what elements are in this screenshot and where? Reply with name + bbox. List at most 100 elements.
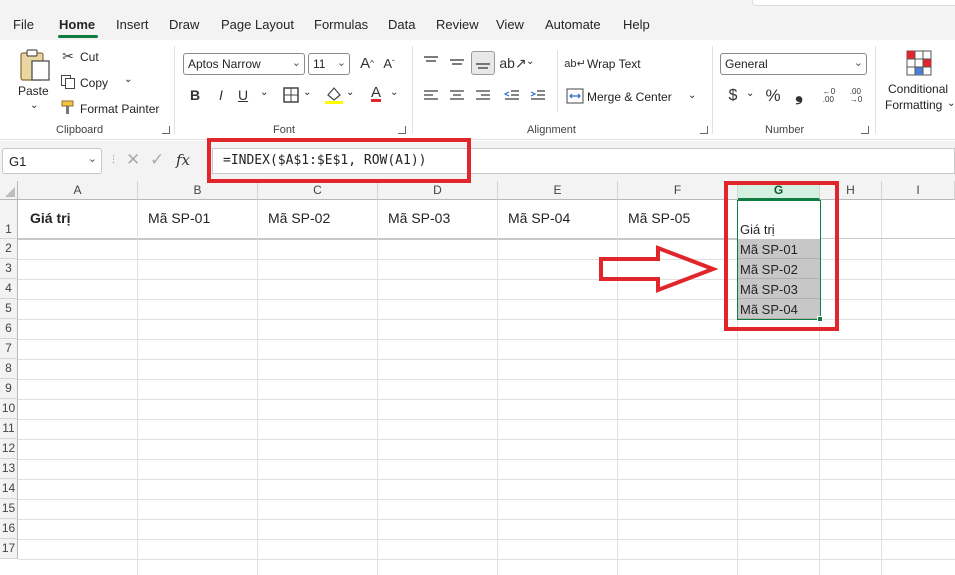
tab-file[interactable]: File: [13, 17, 34, 32]
underline-button[interactable]: U: [234, 86, 252, 104]
column-header-a[interactable]: A: [18, 181, 138, 200]
cell-d1[interactable]: Mã SP-03: [378, 200, 498, 240]
cell-f1[interactable]: Mã SP-05: [618, 200, 738, 240]
chevron-down-icon[interactable]: ⌄: [526, 56, 534, 67]
chevron-down-icon[interactable]: ⌄: [346, 87, 354, 98]
cut-icon: ✂: [62, 47, 74, 64]
column-header-e[interactable]: E: [498, 181, 618, 200]
chevron-down-icon[interactable]: ⌄: [390, 87, 398, 98]
tab-review[interactable]: Review: [436, 17, 479, 32]
group-divider: [557, 50, 558, 112]
align-middle-icon[interactable]: [448, 54, 466, 70]
cell-b1[interactable]: Mã SP-01: [138, 200, 258, 240]
cancel-icon[interactable]: ✕: [126, 150, 140, 170]
merge-center-button[interactable]: Merge & Center: [587, 90, 672, 104]
column-header-d[interactable]: D: [378, 181, 498, 200]
increase-font-icon[interactable]: A ^: [358, 54, 376, 72]
font-name-value: Aptos Narrow: [188, 57, 261, 71]
font-name-select[interactable]: Aptos Narrow ⌄: [183, 53, 305, 75]
copy-button[interactable]: Copy: [80, 76, 108, 90]
italic-button[interactable]: I: [212, 86, 230, 104]
currency-button[interactable]: $: [726, 86, 740, 106]
increase-decimal-icon[interactable]: ←0.00: [818, 86, 840, 106]
borders-icon[interactable]: [282, 86, 300, 104]
font-color-button[interactable]: A: [367, 84, 385, 101]
wrap-text-button[interactable]: Wrap Text: [587, 57, 641, 71]
tab-home[interactable]: Home: [59, 17, 95, 32]
tab-view[interactable]: View: [496, 17, 524, 32]
chevron-down-icon[interactable]: ⌄: [124, 74, 132, 85]
row-header-10[interactable]: 10: [0, 399, 18, 419]
cell-c1[interactable]: Mã SP-02: [258, 200, 378, 240]
row-header-12[interactable]: 12: [0, 439, 18, 459]
row-header-16[interactable]: 16: [0, 519, 18, 539]
decrease-font-icon[interactable]: Aˇ: [380, 54, 398, 72]
row-header-17[interactable]: 17: [0, 539, 18, 559]
row-header-3[interactable]: 3: [0, 259, 18, 279]
orientation-icon[interactable]: ab↗: [499, 54, 526, 72]
column-header-f[interactable]: F: [618, 181, 738, 200]
fill-color-icon[interactable]: [323, 85, 345, 105]
chevron-down-icon[interactable]: ⌄: [746, 88, 754, 99]
group-divider: [412, 46, 413, 134]
tab-formulas[interactable]: Formulas: [314, 17, 368, 32]
number-format-select[interactable]: General ⌄: [720, 53, 867, 75]
chevron-down-icon[interactable]: ⌄: [303, 87, 311, 98]
align-right-icon[interactable]: [474, 88, 492, 104]
arrow-right-icon: [599, 245, 718, 293]
clipboard-launcher-icon[interactable]: [162, 126, 170, 134]
tab-help[interactable]: Help: [623, 17, 650, 32]
row-header-15[interactable]: 15: [0, 499, 18, 519]
row-header-7[interactable]: 7: [0, 339, 18, 359]
tab-data[interactable]: Data: [388, 17, 415, 32]
column-header-c[interactable]: C: [258, 181, 378, 200]
row-header-9[interactable]: 9: [0, 379, 18, 399]
insert-function-button[interactable]: fx: [176, 151, 190, 169]
cut-button[interactable]: Cut: [80, 50, 99, 64]
chevron-down-icon[interactable]: ⌄: [260, 87, 268, 98]
align-top-icon[interactable]: [422, 54, 440, 70]
tab-insert[interactable]: Insert: [116, 17, 149, 32]
chevron-down-icon[interactable]: ⌄: [688, 90, 696, 101]
number-launcher-icon[interactable]: [861, 126, 869, 134]
increase-indent-icon[interactable]: [529, 88, 547, 104]
alignment-launcher-icon[interactable]: [700, 126, 708, 134]
font-size-select[interactable]: 11 ⌄: [308, 53, 350, 75]
row-header-4[interactable]: 4: [0, 279, 18, 299]
enter-icon[interactable]: ✓: [150, 150, 164, 170]
align-left-icon[interactable]: [422, 88, 440, 104]
row-header-13[interactable]: 13: [0, 459, 18, 479]
name-box[interactable]: G1 ⌄: [2, 148, 102, 174]
row-header-2[interactable]: 2: [0, 239, 18, 259]
font-launcher-icon[interactable]: [398, 126, 406, 134]
decrease-indent-icon[interactable]: [503, 88, 521, 104]
alignment-group-label: Alignment: [527, 124, 576, 136]
cell-e1[interactable]: Mã SP-04: [498, 200, 618, 240]
row-header-11[interactable]: 11: [0, 419, 18, 439]
row-header-6[interactable]: 6: [0, 319, 18, 339]
row-header-1[interactable]: 1: [0, 200, 18, 239]
decrease-decimal-icon[interactable]: .00 →0: [845, 86, 867, 106]
row-header-14[interactable]: 14: [0, 479, 18, 499]
bold-button[interactable]: B: [186, 86, 204, 104]
row-header-8[interactable]: 8: [0, 359, 18, 379]
column-header-b[interactable]: B: [138, 181, 258, 200]
paste-label: Paste: [18, 84, 49, 98]
tab-automate[interactable]: Automate: [545, 17, 601, 32]
format-painter-button[interactable]: Format Painter: [80, 102, 159, 116]
align-center-icon[interactable]: [448, 88, 466, 104]
paste-button[interactable]: Paste ⌄: [10, 46, 56, 116]
select-all-corner[interactable]: [0, 181, 18, 200]
more-options-icon[interactable]: ⋮: [109, 154, 118, 165]
chevron-down-icon: ⌄: [291, 57, 301, 69]
percent-button[interactable]: %: [764, 86, 782, 106]
cell-a1[interactable]: Giá trị: [18, 200, 138, 240]
conditional-formatting-button[interactable]: Conditional Formatting ⌄: [882, 48, 955, 118]
format-painter-icon: [61, 100, 74, 114]
tab-draw[interactable]: Draw: [169, 17, 199, 32]
row-header-5[interactable]: 5: [0, 299, 18, 319]
tab-page-layout[interactable]: Page Layout: [221, 17, 294, 32]
comma-style-button[interactable]: ❟: [792, 83, 806, 105]
align-bottom-button[interactable]: [471, 51, 495, 75]
column-header-i[interactable]: I: [882, 181, 955, 200]
